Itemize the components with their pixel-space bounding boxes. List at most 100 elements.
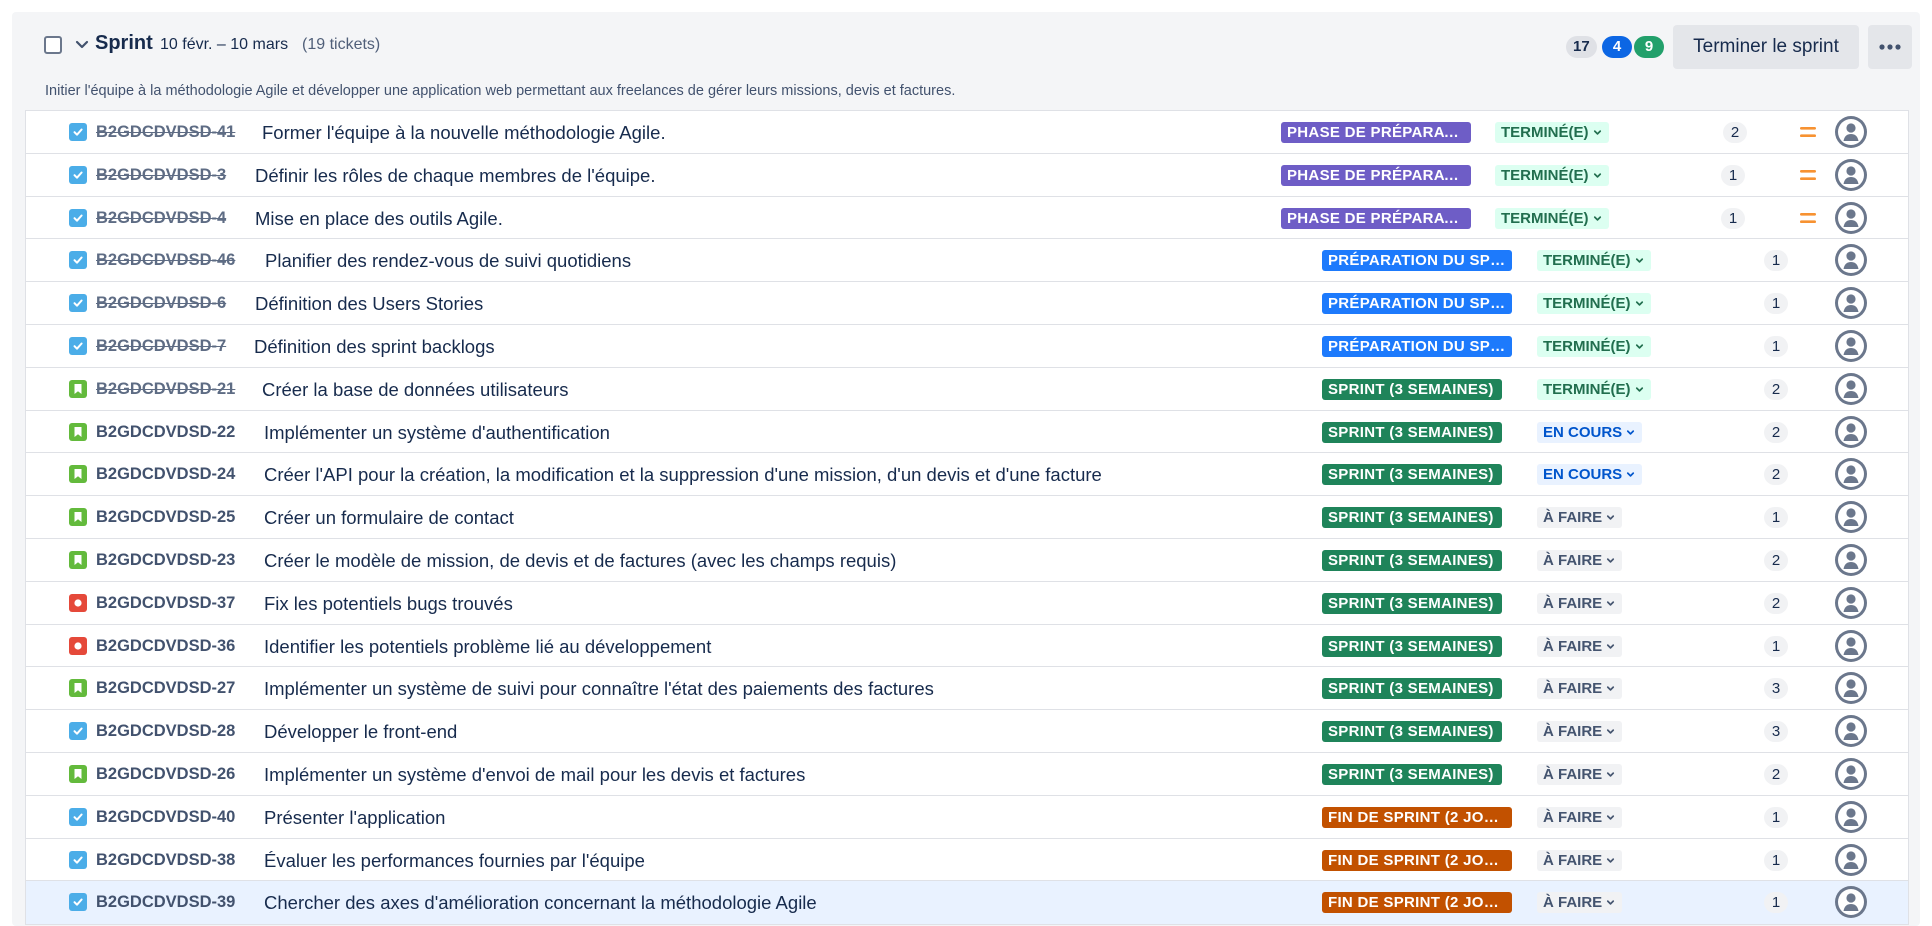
issue-row[interactable]: B2GDCDVDSD-7 Définition des sprint backlo…: [26, 324, 1908, 368]
issue-key[interactable]: B2GDCDVDSD-25: [96, 508, 235, 527]
unassigned-avatar-icon[interactable]: [1834, 329, 1868, 363]
story-points[interactable]: 1: [1764, 849, 1788, 871]
story-points[interactable]: 1: [1764, 293, 1788, 315]
story-points[interactable]: 2: [1723, 122, 1747, 143]
issue-summary[interactable]: Chercher des axes d'amélioration concern…: [264, 892, 817, 914]
issue-key[interactable]: B2GDCDVDSD-6: [96, 294, 226, 313]
issue-key[interactable]: B2GDCDVDSD-37: [96, 594, 235, 613]
issue-summary[interactable]: Évaluer les performances fournies par l'…: [264, 850, 645, 872]
issue-key[interactable]: B2GDCDVDSD-4: [96, 209, 226, 228]
epic-lozenge[interactable]: PRÉPARATION DU SPRINT: [1322, 250, 1512, 272]
unassigned-avatar-icon[interactable]: [1834, 457, 1868, 491]
issue-key[interactable]: B2GDCDVDSD-7: [96, 337, 226, 356]
status-dropdown[interactable]: EN COURS: [1537, 421, 1643, 443]
unassigned-avatar-icon[interactable]: [1834, 115, 1868, 149]
epic-lozenge[interactable]: SPRINT (3 SEMAINES): [1322, 421, 1502, 443]
epic-lozenge[interactable]: SPRINT (3 SEMAINES): [1322, 592, 1502, 614]
epic-lozenge[interactable]: SPRINT (3 SEMAINES): [1322, 678, 1502, 700]
issue-row[interactable]: B2GDCDVDSD-6 Définition des Users Stories…: [26, 282, 1908, 325]
unassigned-avatar-icon[interactable]: [1834, 243, 1868, 277]
unassigned-avatar-icon[interactable]: [1834, 629, 1868, 663]
issue-summary[interactable]: Présenter l'application: [264, 807, 445, 829]
issue-summary[interactable]: Définition des Users Stories: [255, 293, 483, 315]
issue-summary[interactable]: Développer le front-end: [264, 721, 457, 743]
epic-lozenge[interactable]: PHASE DE PRÉPARATION DU PROJET: [1281, 164, 1471, 186]
issue-row[interactable]: B2GDCDVDSD-24 Créer l'API pour la créatio…: [26, 453, 1908, 497]
epic-lozenge[interactable]: SPRINT (3 SEMAINES): [1322, 507, 1502, 529]
issue-key[interactable]: B2GDCDVDSD-24: [96, 465, 235, 484]
complete-sprint-button[interactable]: Terminer le sprint: [1673, 25, 1859, 69]
story-points[interactable]: 1: [1721, 207, 1745, 229]
status-dropdown[interactable]: EN COURS: [1537, 464, 1643, 486]
status-dropdown[interactable]: TERMINÉ(E): [1495, 207, 1609, 229]
status-dropdown[interactable]: TERMINÉ(E): [1537, 378, 1651, 400]
story-points[interactable]: 1: [1764, 892, 1788, 914]
issue-key[interactable]: B2GDCDVDSD-28: [96, 722, 235, 741]
unassigned-avatar-icon[interactable]: [1834, 757, 1868, 791]
issue-key[interactable]: B2GDCDVDSD-26: [96, 765, 235, 784]
issue-key[interactable]: B2GDCDVDSD-21: [96, 380, 235, 399]
unassigned-avatar-icon[interactable]: [1834, 158, 1868, 192]
issue-row[interactable]: B2GDCDVDSD-25 Créer un formulaire de cont…: [26, 496, 1908, 539]
issue-summary[interactable]: Créer la base de données utilisateurs: [262, 379, 568, 401]
epic-lozenge[interactable]: FIN DE SPRINT (2 JOURS): [1322, 892, 1512, 914]
status-dropdown[interactable]: À FAIRE: [1537, 507, 1623, 529]
epic-lozenge[interactable]: PHASE DE PRÉPARATION DU PROJET: [1281, 122, 1471, 143]
status-dropdown[interactable]: TERMINÉ(E): [1537, 335, 1651, 357]
issue-key[interactable]: B2GDCDVDSD-41: [96, 123, 235, 142]
issue-row[interactable]: B2GDCDVDSD-27 Implémenter un système de s…: [26, 667, 1908, 711]
epic-lozenge[interactable]: SPRINT (3 SEMAINES): [1322, 464, 1502, 486]
issue-row[interactable]: B2GDCDVDSD-39 Chercher des axes d'amélior…: [26, 881, 1908, 925]
story-points[interactable]: 1: [1721, 164, 1745, 186]
epic-lozenge[interactable]: PRÉPARATION DU SPRINT: [1322, 335, 1512, 357]
issue-summary[interactable]: Implémenter un système de suivi pour con…: [264, 678, 934, 700]
issue-row[interactable]: B2GDCDVDSD-41 Former l'équipe à la nouvel…: [26, 111, 1908, 154]
issue-key[interactable]: B2GDCDVDSD-39: [96, 893, 235, 912]
issue-summary[interactable]: Créer l'API pour la création, la modific…: [264, 464, 1102, 486]
status-dropdown[interactable]: À FAIRE: [1537, 806, 1623, 828]
sprint-select-checkbox[interactable]: [44, 36, 62, 54]
story-points[interactable]: 1: [1764, 507, 1788, 529]
unassigned-avatar-icon[interactable]: [1834, 843, 1868, 877]
issue-row[interactable]: B2GDCDVDSD-40 Présenter l'application FIN …: [26, 795, 1908, 839]
issue-row[interactable]: B2GDCDVDSD-37 Fix les potentiels bugs tro…: [26, 581, 1908, 625]
story-points[interactable]: 3: [1764, 721, 1788, 743]
status-dropdown[interactable]: TERMINÉ(E): [1495, 164, 1609, 186]
unassigned-avatar-icon[interactable]: [1834, 500, 1868, 534]
epic-lozenge[interactable]: SPRINT (3 SEMAINES): [1322, 635, 1502, 657]
issue-summary[interactable]: Planifier des rendez-vous de suivi quoti…: [265, 250, 631, 272]
issue-row[interactable]: B2GDCDVDSD-36 Identifier les potentiels p…: [26, 624, 1908, 668]
unassigned-avatar-icon[interactable]: [1834, 586, 1868, 620]
issue-row[interactable]: B2GDCDVDSD-38 Évaluer les performances fo…: [26, 838, 1908, 882]
issue-row[interactable]: B2GDCDVDSD-23 Créer le modèle de mission,…: [26, 538, 1908, 582]
story-points[interactable]: 2: [1764, 763, 1788, 785]
issue-summary[interactable]: Implémenter un système d'envoi de mail p…: [264, 764, 805, 786]
story-points[interactable]: 1: [1764, 635, 1788, 657]
issue-key[interactable]: B2GDCDVDSD-27: [96, 679, 235, 698]
status-dropdown[interactable]: À FAIRE: [1537, 849, 1623, 871]
issue-key[interactable]: B2GDCDVDSD-22: [96, 423, 235, 442]
issue-summary[interactable]: Identifier les potentiels problème lié a…: [264, 636, 711, 658]
status-dropdown[interactable]: À FAIRE: [1537, 549, 1623, 571]
status-dropdown[interactable]: À FAIRE: [1537, 592, 1623, 614]
issue-key[interactable]: B2GDCDVDSD-40: [96, 808, 235, 827]
issue-summary[interactable]: Définir les rôles de chaque membres de l…: [255, 165, 655, 187]
story-points[interactable]: 3: [1764, 678, 1788, 700]
story-points[interactable]: 2: [1764, 378, 1788, 400]
unassigned-avatar-icon[interactable]: [1834, 671, 1868, 705]
status-dropdown[interactable]: À FAIRE: [1537, 763, 1623, 785]
unassigned-avatar-icon[interactable]: [1834, 800, 1868, 834]
issue-summary[interactable]: Créer le modèle de mission, de devis et …: [264, 550, 896, 572]
story-points[interactable]: 2: [1764, 549, 1788, 571]
epic-lozenge[interactable]: PHASE DE PRÉPARATION DU PROJET: [1281, 207, 1471, 229]
story-points[interactable]: 2: [1764, 464, 1788, 486]
issue-key[interactable]: B2GDCDVDSD-46: [96, 251, 235, 270]
epic-lozenge[interactable]: FIN DE SPRINT (2 JOURS): [1322, 849, 1512, 871]
unassigned-avatar-icon[interactable]: [1834, 372, 1868, 406]
status-dropdown[interactable]: TERMINÉ(E): [1537, 293, 1651, 315]
issue-summary[interactable]: Mise en place des outils Agile.: [255, 208, 503, 230]
issue-row[interactable]: B2GDCDVDSD-26 Implémenter un système d'en…: [26, 752, 1908, 796]
epic-lozenge[interactable]: SPRINT (3 SEMAINES): [1322, 721, 1502, 743]
issue-summary[interactable]: Implémenter un système d'authentificatio…: [264, 422, 610, 444]
story-points[interactable]: 2: [1764, 421, 1788, 443]
